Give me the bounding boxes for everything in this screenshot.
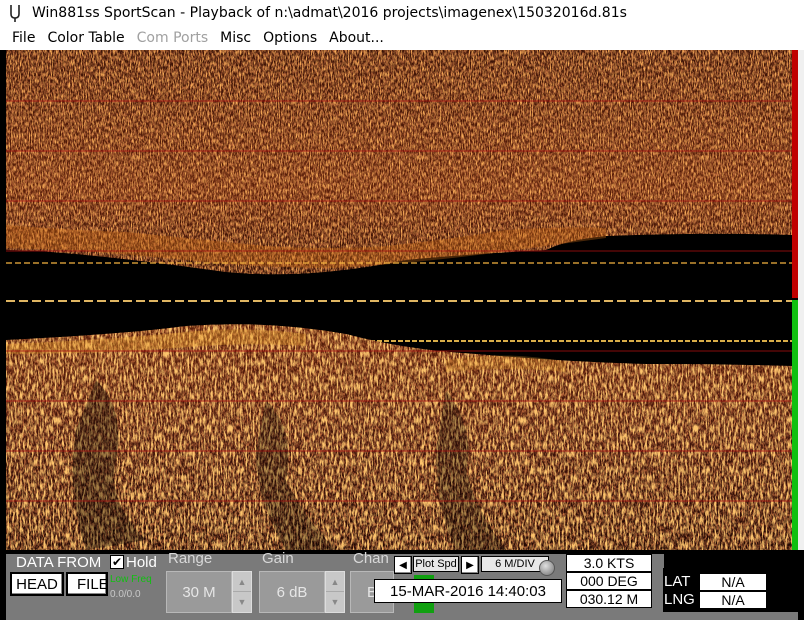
gain-label: Gain [262, 550, 294, 567]
data-from-label: DATA FROM [16, 554, 102, 571]
menu-misc[interactable]: Misc [214, 30, 257, 46]
app-icon [6, 3, 24, 23]
menu-bar: File Color Table Com Ports Misc Options … [0, 26, 804, 50]
menu-color-table[interactable]: Color Table [41, 30, 130, 46]
distance-readout: 030.12 M [566, 590, 652, 608]
menu-about[interactable]: About... [323, 30, 390, 46]
spin-down-icon[interactable]: ▼ [233, 592, 251, 612]
window-title: Win881ss SportScan - Playback of n:\adma… [32, 5, 627, 21]
menu-options[interactable]: Options [257, 30, 323, 46]
low-freq-label: Low Freq [110, 574, 152, 585]
channel-label: Chan [353, 550, 389, 567]
spin-up-icon[interactable]: ▲ [233, 572, 251, 592]
spin-up-icon[interactable]: ▲ [326, 572, 344, 592]
head-button[interactable]: HEAD [10, 572, 64, 596]
hold-checkbox[interactable]: ✔ [110, 555, 124, 569]
lng-value: N/A [699, 591, 767, 609]
sonar-image [6, 50, 792, 550]
ping-counter: 0.0/0.0 [110, 589, 141, 600]
range-spinner[interactable]: ▲ ▼ [232, 571, 252, 613]
spin-down-icon[interactable]: ▼ [326, 592, 344, 612]
gain-spinner[interactable]: ▲ ▼ [325, 571, 345, 613]
right-arrow-icon: ▶ [466, 559, 474, 571]
left-arrow-icon: ◀ [399, 559, 407, 571]
heading-readout: 000 DEG [566, 572, 652, 590]
menu-file[interactable]: File [0, 30, 41, 46]
window-edge [798, 50, 804, 550]
knob-icon[interactable] [539, 560, 555, 576]
hold-label: Hold [126, 554, 157, 571]
date-time-readout: 15-MAR-2016 14:40:03 [374, 579, 562, 603]
speed-readout: 3.0 KTS [566, 554, 652, 572]
sonar-display[interactable] [6, 50, 792, 550]
file-button[interactable]: FILE [66, 572, 108, 596]
lat-label: LAT [664, 573, 691, 590]
lng-label: LNG [664, 591, 695, 608]
plot-speed-next-button[interactable]: ▶ [461, 556, 479, 574]
menu-com-ports: Com Ports [136, 30, 209, 46]
lat-value: N/A [699, 573, 767, 591]
plot-speed-prev-button[interactable]: ◀ [394, 556, 412, 574]
title-bar: Win881ss SportScan - Playback of n:\adma… [0, 0, 804, 26]
range-value: 30 M [166, 571, 232, 613]
checkmark-icon: ✔ [111, 555, 123, 569]
range-label: Range [168, 550, 213, 567]
gain-value: 6 dB [259, 571, 325, 613]
plot-speed-label: Plot Spd [413, 556, 459, 572]
